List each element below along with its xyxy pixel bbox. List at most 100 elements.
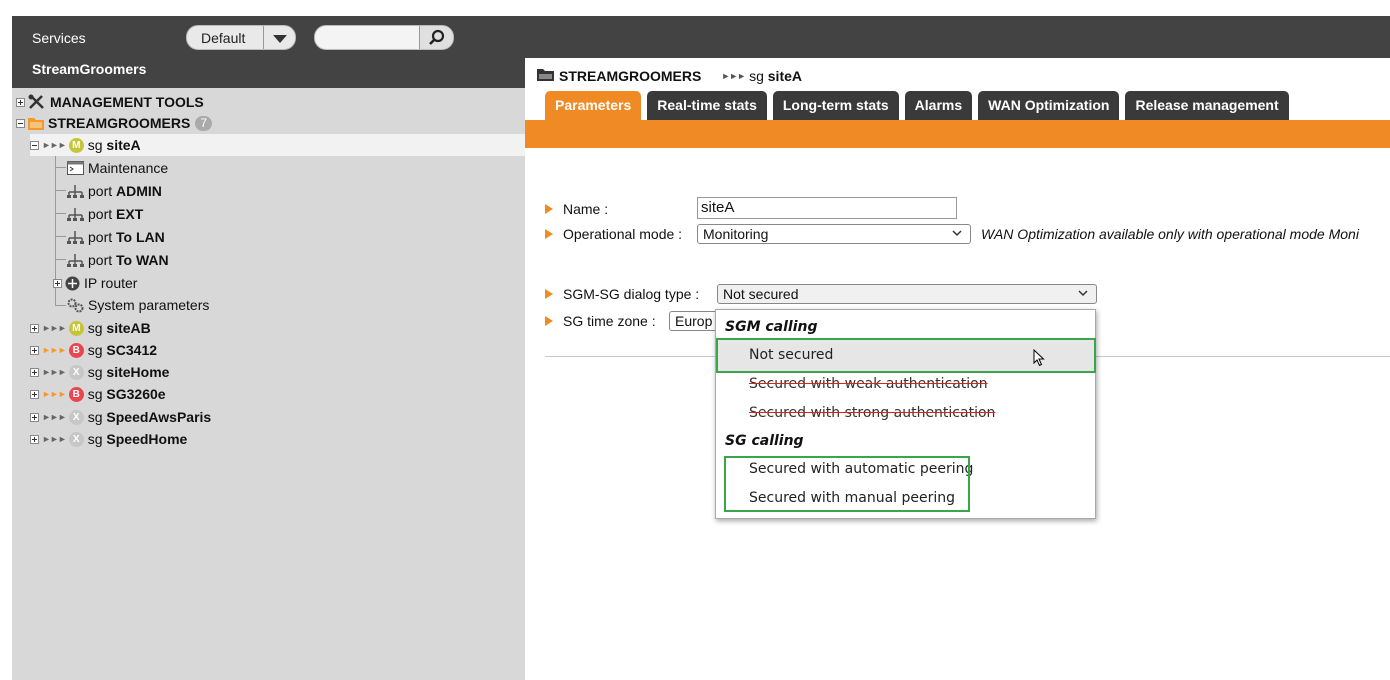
tab-long-term-stats[interactable]: Long-term stats <box>772 91 899 120</box>
tree-connector <box>55 213 66 214</box>
search-input[interactable] <box>314 25 454 50</box>
breadcrumb: STREAMGROOMERS ►►► sg siteA <box>537 67 802 84</box>
expand-icon[interactable] <box>16 97 25 107</box>
sg-prefix: sg <box>87 409 103 425</box>
breadcrumb-prefix: sg <box>749 67 764 84</box>
tree-item-ip-router[interactable]: IP router <box>53 272 137 294</box>
tree-item-sitea[interactable]: ►►► M sg siteA <box>30 134 525 156</box>
collapse-icon[interactable] <box>30 140 39 150</box>
chevrons-icon: ►►► <box>42 434 67 444</box>
tree-item-speedhome[interactable]: ►►► X sg SpeedHome <box>30 428 187 450</box>
tab-alarms[interactable]: Alarms <box>904 91 973 120</box>
tree-item-speedawsparis[interactable]: ►►► X sg SpeedAwsParis <box>30 406 211 428</box>
tree-item-streamgroomers[interactable]: STREAMGROOMERS 7 <box>16 112 213 134</box>
caret-down-icon[interactable] <box>273 35 287 43</box>
opmode-value: Monitoring <box>703 226 769 242</box>
chevrons-icon: ►►► <box>42 345 67 355</box>
option-weak-authentication[interactable]: Secured with weak authentication <box>749 376 988 392</box>
chevrons-icon: ►►► <box>42 389 67 399</box>
tab-parameters[interactable]: Parameters <box>545 91 642 120</box>
tree-item-system-parameters[interactable]: System parameters <box>67 294 209 316</box>
opmode-select[interactable]: Monitoring <box>697 224 971 244</box>
opmode-label: Operational mode : <box>545 226 682 242</box>
expand-icon[interactable] <box>30 412 39 422</box>
tree-label: To WAN <box>116 252 169 268</box>
opmode-note: WAN Optimization available only with ope… <box>981 226 1359 242</box>
tree-label: Maintenance <box>88 160 169 176</box>
tab-wan-optimization[interactable]: WAN Optimization <box>978 91 1120 120</box>
name-label: Name : <box>545 201 608 217</box>
tree-label: SpeedHome <box>106 431 188 447</box>
opmode-label-text: Operational mode : <box>563 226 683 242</box>
bullet-arrow-icon <box>545 316 553 326</box>
tree-label: System parameters <box>88 297 210 313</box>
tools-icon <box>28 94 46 110</box>
tree-label: siteHome <box>106 364 170 380</box>
highlight-box-sg-calling-options <box>724 456 970 512</box>
bullet-arrow-icon <box>545 229 553 239</box>
gears-icon <box>67 298 84 313</box>
timezone-value: Europ <box>675 313 713 329</box>
dialog-type-value: Not secured <box>723 286 799 302</box>
sg-prefix: sg <box>87 386 103 402</box>
dialog-type-select[interactable]: Not secured <box>717 284 1097 304</box>
port-prefix: port <box>88 183 113 199</box>
tree-item-sitehome[interactable]: ►►► X sg siteHome <box>30 361 169 383</box>
bullet-arrow-icon <box>545 289 553 299</box>
expand-icon[interactable] <box>30 389 39 399</box>
tree-label: To LAN <box>116 229 165 245</box>
tree-item-siteab[interactable]: ►►► M sg siteAB <box>30 317 151 339</box>
mode-badge-icon: M <box>68 320 84 336</box>
count-badge: 7 <box>195 115 213 131</box>
expand-icon[interactable] <box>30 434 39 444</box>
services-label[interactable]: Services <box>32 30 86 46</box>
tree-item-port-admin[interactable]: port ADMIN <box>67 180 162 202</box>
chevrons-icon: ►►► <box>42 323 67 333</box>
sg-prefix: sg <box>87 431 103 447</box>
chevron-down-icon <box>952 230 962 237</box>
bullet-arrow-icon <box>545 204 553 214</box>
chevrons-icon: ►►► <box>42 367 67 377</box>
search-icon <box>429 29 445 45</box>
tree-item-maintenance[interactable]: Maintenance <box>67 157 168 179</box>
port-icon <box>67 253 84 267</box>
expand-icon[interactable] <box>53 278 62 288</box>
tree-item-port-ext[interactable]: port EXT <box>67 203 143 225</box>
search-button[interactable] <box>419 26 453 49</box>
mode-badge-icon: X <box>68 364 84 380</box>
tree-item-port-to-lan[interactable]: port To LAN <box>67 226 165 248</box>
expand-icon[interactable] <box>30 345 39 355</box>
timezone-label-text: SG time zone : <box>563 313 656 329</box>
tree-label: STREAMGROOMERS <box>48 115 191 131</box>
optgroup-sg-calling: SG calling <box>725 433 804 449</box>
name-field[interactable]: siteA <box>697 197 957 219</box>
port-prefix: port <box>88 229 113 245</box>
breadcrumb-root[interactable]: STREAMGROOMERS <box>559 68 701 84</box>
mode-badge-icon: B <box>68 342 84 358</box>
tab-real-time-stats[interactable]: Real-time stats <box>647 91 767 120</box>
tab-bar: Parameters Real-time stats Long-term sta… <box>545 91 1295 121</box>
option-strong-authentication[interactable]: Secured with strong authentication <box>749 405 995 421</box>
tree-connector <box>55 190 66 191</box>
sg-prefix: sg <box>87 342 103 358</box>
sg-prefix: sg <box>87 137 103 153</box>
tree-item-sg3260e[interactable]: ►►► B sg SG3260e <box>30 383 166 405</box>
optgroup-sgm-calling: SGM calling <box>725 319 818 335</box>
expand-icon[interactable] <box>30 323 39 333</box>
tree-item-sc3412[interactable]: ►►► B sg SC3412 <box>30 339 157 361</box>
tree-label: MANAGEMENT TOOLS <box>50 94 204 110</box>
tab-content-bar <box>525 120 1390 148</box>
tree-label: siteAB <box>106 320 151 336</box>
tree-item-port-to-wan[interactable]: port To WAN <box>67 249 169 271</box>
breadcrumb-current: siteA <box>767 67 802 84</box>
profile-dropdown[interactable]: Default <box>186 25 296 50</box>
tab-release-management[interactable]: Release management <box>1125 91 1289 120</box>
chevrons-icon: ►►► <box>721 70 746 81</box>
collapse-icon[interactable] <box>16 118 25 128</box>
expand-icon[interactable] <box>30 367 39 377</box>
tree-item-management-tools[interactable]: MANAGEMENT TOOLS <box>16 91 204 113</box>
sidebar-header: StreamGroomers <box>12 58 525 88</box>
dialog-type-label: SGM-SG dialog type : <box>545 286 699 302</box>
dialog-type-label-text: SGM-SG dialog type : <box>563 286 700 302</box>
sg-prefix: sg <box>87 364 103 380</box>
